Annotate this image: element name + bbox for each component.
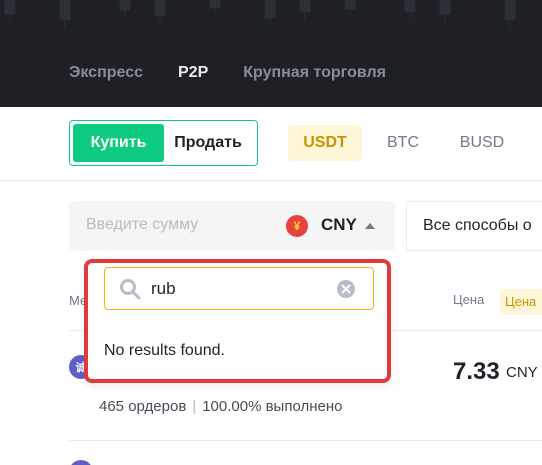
nav-express[interactable]: Экспресс: [69, 64, 143, 82]
cny-currency-icon: ¥: [286, 215, 308, 237]
sell-button[interactable]: Продать: [164, 124, 252, 162]
row-divider: [69, 440, 542, 441]
nav-p2p[interactable]: P2P: [178, 64, 208, 82]
buy-button[interactable]: Купить: [73, 124, 164, 162]
asset-tab-busd[interactable]: BUSD: [452, 125, 512, 161]
stats-separator: |: [192, 398, 197, 415]
top-header: Экспресс P2P Крупная торговля: [0, 0, 542, 107]
asset-tab-btc[interactable]: BTC: [378, 125, 428, 161]
completion-rate: 100.00% выполнено: [202, 398, 343, 415]
merchant-stats: 465 ордеров | 100.00% выполнено: [99, 398, 342, 415]
offer-price: 7.33: [453, 358, 500, 385]
asset-tab-usdt[interactable]: USDT: [288, 125, 362, 161]
offer-price-currency: CNY: [506, 364, 538, 381]
payment-method-select[interactable]: Все способы о: [406, 201, 542, 251]
buy-sell-toggle: Купить Продать: [69, 120, 258, 166]
top-nav: Экспресс P2P Крупная торговля: [69, 64, 421, 82]
caret-up-icon[interactable]: [365, 223, 375, 229]
candlestick-decoration: [4, 0, 516, 30]
payment-method-label: Все способы о: [423, 217, 532, 234]
orders-count: 465 ордеров: [99, 398, 187, 415]
price-column-header: Цена: [453, 292, 485, 307]
trade-toolbar: Купить Продать USDT BTC BUSD: [0, 107, 542, 181]
amount-placeholder: Введите сумму: [86, 216, 199, 233]
annotation-highlight-box: [84, 259, 391, 383]
amount-input[interactable]: Введите сумму ¥ CNY: [69, 201, 395, 251]
currency-select-label[interactable]: CNY: [321, 215, 357, 235]
nav-block-trading[interactable]: Крупная торговля: [243, 64, 386, 82]
avatar[interactable]: [69, 460, 93, 465]
price-sort-chip[interactable]: Цена: [500, 289, 542, 315]
